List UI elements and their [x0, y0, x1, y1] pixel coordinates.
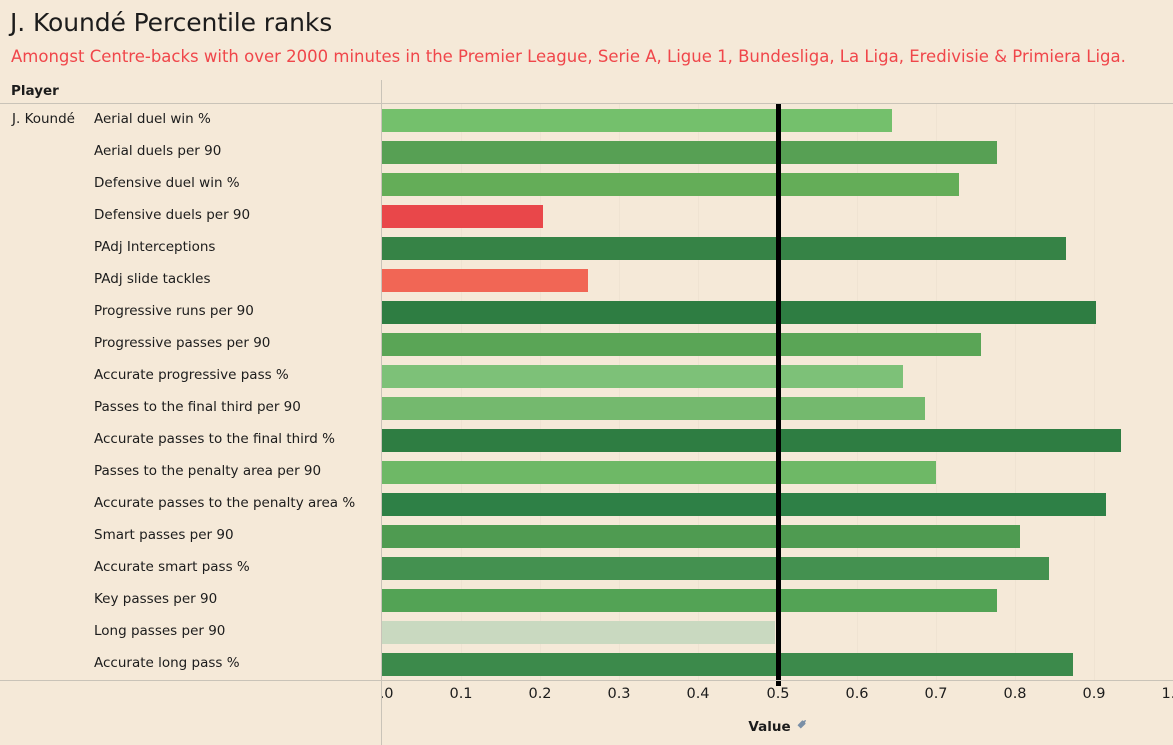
table-row[interactable]: Defensive duels per 90 [0, 200, 1173, 232]
value-bar[interactable] [382, 493, 1106, 516]
table-row[interactable]: Accurate progressive pass % [0, 360, 1173, 392]
table-row[interactable]: Smart passes per 90 [0, 520, 1173, 552]
table-row[interactable]: Accurate smart pass % [0, 552, 1173, 584]
value-bar[interactable] [382, 653, 1073, 676]
x-axis-title[interactable]: Value [382, 718, 1173, 735]
median-reference-line [776, 104, 781, 686]
row-metric-label: Accurate smart pass % [94, 559, 250, 575]
value-bar[interactable] [382, 269, 588, 292]
table-row[interactable]: Progressive passes per 90 [0, 328, 1173, 360]
x-axis-tick-label: 0.3 [607, 686, 631, 702]
table-row[interactable]: Progressive runs per 90 [0, 296, 1173, 328]
value-bar[interactable] [382, 397, 925, 420]
row-metric-label: Passes to the penalty area per 90 [94, 463, 322, 479]
row-metric-label: Key passes per 90 [94, 591, 218, 607]
value-bar[interactable] [382, 173, 959, 196]
value-bar[interactable] [382, 525, 1020, 548]
x-axis-tick-label: 0.6 [845, 686, 869, 702]
table-row[interactable]: Accurate long pass % [0, 648, 1173, 680]
bottom-left-border [381, 681, 382, 745]
row-metric-label: Progressive runs per 90 [94, 303, 254, 319]
value-bar[interactable] [382, 333, 981, 356]
value-bar[interactable] [382, 109, 892, 132]
x-axis-ticks: 0.00.10.20.30.40.50.60.70.80.91.0 [370, 686, 1173, 706]
value-bar[interactable] [382, 205, 543, 228]
table-row[interactable]: Key passes per 90 [0, 584, 1173, 616]
value-bar[interactable] [382, 621, 775, 644]
row-metric-label: Accurate progressive pass % [94, 367, 289, 383]
x-axis-tick-label: 0.8 [1003, 686, 1027, 702]
bottom-left-panel [0, 681, 381, 745]
x-axis-tick-label: 0.7 [924, 686, 948, 702]
x-axis-title-label: Value [748, 719, 791, 735]
row-metric-label: Aerial duels per 90 [94, 143, 222, 159]
percentile-rank-chart: J. Koundé Percentile ranks Amongst Centr… [0, 0, 1173, 745]
x-axis-tick-label: 0.1 [449, 686, 473, 702]
x-axis-tick-label: 1.0 [1161, 686, 1173, 702]
row-metric-label: Progressive passes per 90 [94, 335, 271, 351]
row-metric-label: Smart passes per 90 [94, 527, 234, 543]
x-axis-tick-label: 0.4 [686, 686, 710, 702]
value-bar[interactable] [382, 237, 1066, 260]
row-metric-label: PAdj Interceptions [94, 239, 216, 255]
table-row[interactable]: Long passes per 90 [0, 616, 1173, 648]
table-row[interactable]: Passes to the final third per 90 [0, 392, 1173, 424]
page-title: J. Koundé Percentile ranks [10, 8, 333, 37]
row-metric-label: Accurate long pass % [94, 655, 240, 671]
value-bar[interactable] [382, 301, 1096, 324]
column-header-row: Player [0, 80, 1173, 104]
table-row[interactable]: J. Koundé Aerial duel win % [0, 104, 1173, 136]
table-row[interactable]: Accurate passes to the penalty area % [0, 488, 1173, 520]
column-header-player: Player [11, 83, 59, 99]
value-bar[interactable] [382, 365, 903, 388]
value-bar[interactable] [382, 461, 936, 484]
row-metric-label: Passes to the final third per 90 [94, 399, 301, 415]
table-row[interactable]: Aerial duels per 90 [0, 136, 1173, 168]
chart-subtitle: Amongst Centre-backs with over 2000 minu… [11, 47, 1126, 66]
row-metric-label: Accurate passes to the final third % [94, 431, 335, 447]
row-metric-label: Defensive duel win % [94, 175, 240, 191]
table-row[interactable]: PAdj slide tackles [0, 264, 1173, 296]
row-metric-label: Accurate passes to the penalty area % [94, 495, 356, 511]
row-player-name: J. Koundé [12, 111, 75, 127]
x-axis-tick-label: 0.9 [1082, 686, 1106, 702]
x-axis-tick-label: 0.2 [528, 686, 552, 702]
table-row[interactable]: PAdj Interceptions [0, 232, 1173, 264]
value-bar[interactable] [382, 557, 1049, 580]
table-row[interactable]: Accurate passes to the final third % [0, 424, 1173, 456]
table-row[interactable]: Defensive duel win % [0, 168, 1173, 200]
sort-pin-icon[interactable] [796, 718, 807, 734]
value-bar[interactable] [382, 589, 997, 612]
header-divider [381, 80, 382, 104]
value-bar[interactable] [382, 141, 997, 164]
metric-rows: J. Koundé Aerial duel win % Aerial duels p… [0, 104, 1173, 680]
table-row[interactable]: Passes to the penalty area per 90 [0, 456, 1173, 488]
value-bar[interactable] [382, 429, 1121, 452]
x-axis-tick-label: 0.5 [766, 686, 790, 702]
row-metric-label: Aerial duel win % [94, 111, 211, 127]
row-metric-label: Long passes per 90 [94, 623, 226, 639]
row-metric-label: Defensive duels per 90 [94, 207, 251, 223]
row-metric-label: PAdj slide tackles [94, 271, 211, 287]
